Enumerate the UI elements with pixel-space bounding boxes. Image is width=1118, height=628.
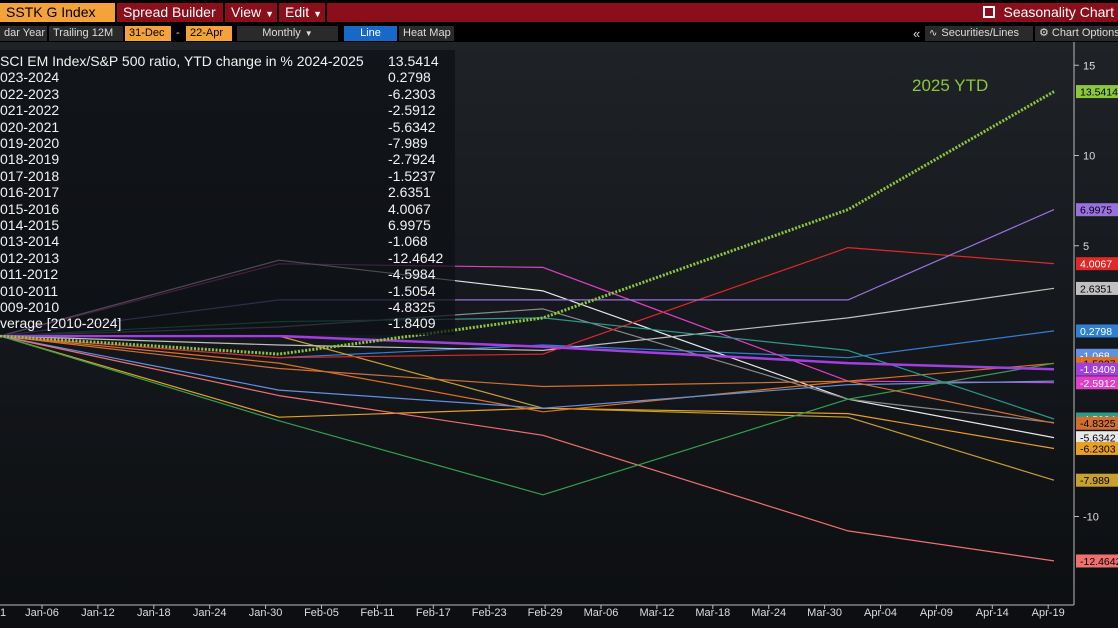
x-tick-label: Feb-23: [472, 607, 507, 619]
value-badge-label: -2.5912: [1080, 378, 1116, 390]
legend-label: 013-2014: [0, 233, 60, 250]
legend-panel: SCI EM Index/S&P 500 ratio, YTD change i…: [0, 50, 455, 335]
legend-value: -2.7924: [388, 151, 436, 168]
legend-label: 016-2017: [0, 184, 60, 201]
x-tick-label: Mar-12: [639, 607, 674, 619]
value-badge-label: -6.2303: [1080, 443, 1116, 455]
value-badge-label: 6.9975: [1080, 205, 1112, 217]
legend-value: -7.989: [388, 135, 428, 151]
legend-label: 017-2018: [0, 167, 60, 184]
legend-value: -12.4642: [388, 249, 444, 266]
y-tick-label: 10: [1083, 151, 1095, 163]
legend-value: -5.6342: [388, 118, 436, 135]
x-tick-label: Mar-06: [584, 607, 619, 619]
value-badge-label: 4.0067: [1080, 259, 1112, 271]
legend-label: 015-2016: [0, 200, 60, 217]
value-badge: 0.2798: [1076, 324, 1118, 338]
x-tick-label: Feb-29: [528, 607, 563, 619]
legend-label: 023-2024: [0, 69, 60, 86]
value-badge-label: 0.2798: [1080, 326, 1112, 338]
legend-value: -1.5237: [388, 167, 436, 184]
x-tick-label: Apr-14: [976, 607, 1009, 619]
legend-value: -4.5984: [388, 266, 436, 283]
value-badge: -2.5912: [1076, 376, 1118, 390]
value-badge: -6.2303: [1076, 441, 1118, 455]
ytd-annotation: 2025 YTD: [912, 76, 989, 95]
series-line-2012-2013: [0, 335, 1055, 562]
legend-label: 018-2019: [0, 151, 60, 168]
legend-label: 010-2011: [0, 282, 59, 299]
legend-label: 011-2012: [0, 266, 59, 283]
legend-value: 13.5414: [388, 53, 439, 69]
x-tick-label: Apr-09: [920, 607, 953, 619]
x-tick-label: Jan-18: [137, 607, 171, 619]
value-badge-label: -4.8325: [1080, 418, 1116, 430]
x-tick-label: Mar-24: [751, 607, 786, 619]
x-tick-label: Feb-11: [360, 607, 394, 619]
legend-value: -6.2303: [388, 85, 436, 102]
y-tick-label: 15: [1083, 60, 1095, 72]
series-line-2009-2010: [0, 335, 1055, 424]
legend-label: 020-2021: [0, 118, 60, 135]
value-badge: 13.5414: [1076, 85, 1118, 99]
value-badge: -1.8409: [1076, 362, 1118, 376]
legend-value: 0.2798: [388, 69, 431, 86]
x-tick-label: Jan-06: [25, 607, 59, 619]
value-badge-label: 13.5414: [1080, 87, 1118, 99]
value-badge: -4.8325: [1076, 416, 1118, 430]
x-tick-label: Feb-17: [416, 607, 451, 619]
value-badge: -7.989: [1076, 473, 1118, 487]
legend-label: 009-2010: [0, 299, 60, 315]
value-badge: -12.4642: [1076, 554, 1118, 568]
legend-label: 019-2020: [0, 135, 60, 151]
x-tick-label: Jan-12: [81, 607, 115, 619]
x-tick-label: Mar-30: [807, 607, 842, 619]
legend-label: verage [2010-2024]: [0, 315, 122, 332]
value-badge: 6.9975: [1076, 203, 1118, 217]
value-badge: 4.0067: [1076, 257, 1118, 271]
y-tick-label: 5: [1083, 241, 1089, 253]
x-tick-label: Jan-24: [193, 607, 227, 619]
x-tick-label: Apr-19: [1032, 607, 1065, 619]
value-badge-label: -1.8409: [1080, 364, 1116, 376]
legend-value: 2.6351: [388, 184, 431, 201]
legend-value: -1.5054: [388, 282, 436, 299]
legend-label: 012-2013: [0, 249, 60, 266]
x-tick-label: Jan-30: [249, 607, 283, 619]
legend-label: 021-2022: [0, 102, 60, 119]
legend-value: -1.068: [388, 233, 428, 250]
value-badge: 2.6351: [1076, 281, 1118, 295]
legend-value: 6.9975: [388, 217, 431, 233]
legend-label: 022-2023: [0, 85, 60, 102]
legend-value: -4.8325: [388, 299, 436, 315]
legend-label: SCI EM Index/S&P 500 ratio, YTD change i…: [0, 53, 364, 69]
x-tick-label: Mar-18: [695, 607, 730, 619]
legend-value: 4.0067: [388, 200, 431, 217]
x-tick-label: Feb-05: [304, 607, 339, 619]
x-tick-label: 1: [0, 607, 6, 619]
value-badge-label: -12.4642: [1080, 556, 1118, 568]
y-tick-label: -10: [1083, 512, 1099, 524]
legend-value: -1.8409: [388, 315, 436, 332]
legend-value: -2.5912: [388, 102, 436, 119]
value-badge-label: -7.989: [1080, 475, 1110, 487]
value-badge-label: 2.6351: [1080, 283, 1112, 295]
x-tick-label: Apr-04: [864, 607, 897, 619]
series-line-2010-2011: [0, 335, 1055, 496]
legend-label: 014-2015: [0, 217, 60, 233]
